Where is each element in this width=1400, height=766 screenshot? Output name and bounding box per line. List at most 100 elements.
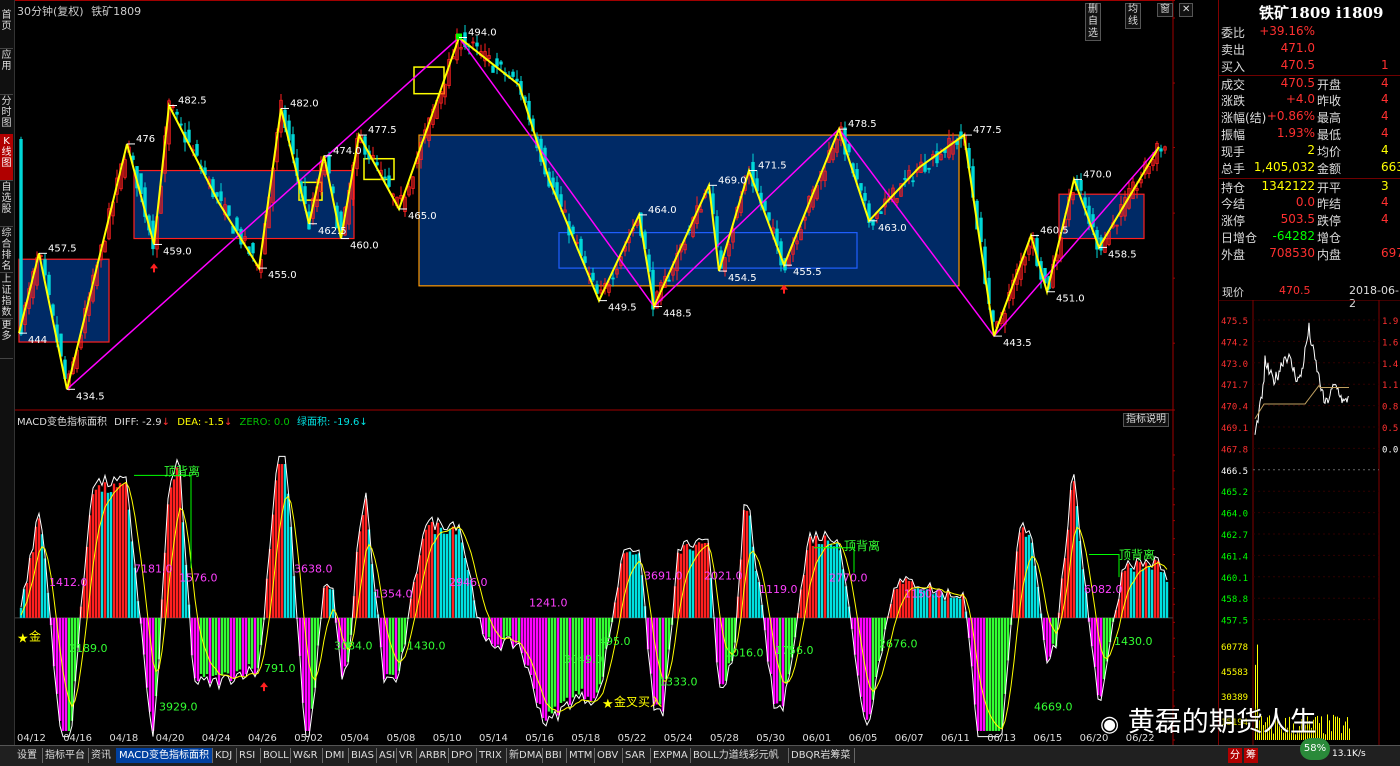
quote-value-2: 4 xyxy=(1381,109,1389,123)
mini-average-line xyxy=(1254,384,1349,420)
tab-8[interactable]: DMI xyxy=(322,748,349,763)
candle-body xyxy=(179,123,183,126)
macd-bar xyxy=(874,617,878,677)
nav-item-0[interactable]: 首页 xyxy=(0,8,13,49)
macd-bar xyxy=(244,617,248,675)
header-button-2[interactable]: 窗 xyxy=(1157,3,1173,17)
mini-axis-label: 460.1 xyxy=(1221,574,1248,584)
tab-20[interactable]: EXPMA xyxy=(650,748,691,763)
tab-18[interactable]: OBV xyxy=(594,748,623,763)
tab-3[interactable]: MACD变色指标面积 xyxy=(116,748,213,763)
mini-axis-label: 464.0 xyxy=(1221,510,1248,520)
macd-annotation: 金叉买入 xyxy=(614,694,662,709)
tab-15[interactable]: 新DMA xyxy=(506,748,543,763)
date-label: 04/24 xyxy=(202,733,231,744)
quote-value: 0.0 xyxy=(1295,195,1315,209)
tab-4[interactable]: KDJ xyxy=(212,748,237,763)
macd-bar xyxy=(433,534,437,618)
nav-item-3[interactable]: K线图 xyxy=(0,134,13,181)
nav-item-4[interactable]: 自选股 xyxy=(0,180,13,227)
mini-axis-right-label: 1.1 xyxy=(1382,381,1398,391)
macd-bar xyxy=(220,617,224,676)
tab-17[interactable]: MTM xyxy=(566,748,595,763)
tab-1[interactable]: 指标平台 xyxy=(42,748,89,763)
date-label: 05/30 xyxy=(756,733,785,744)
tab-7[interactable]: W&R xyxy=(290,748,323,763)
macd-bar xyxy=(985,617,989,731)
macd-bar xyxy=(457,529,461,618)
quote-value: 470.5 xyxy=(1280,58,1315,72)
quote-value-2: 3 xyxy=(1381,179,1389,193)
tab-21[interactable]: BOLL力道线彩元帆 xyxy=(690,748,789,763)
pivot-label: 449.5 xyxy=(608,303,637,314)
macd-bar xyxy=(178,474,182,618)
mini-volume-bar xyxy=(1329,720,1330,740)
tab-13[interactable]: DPO xyxy=(448,748,477,763)
nav-item-2[interactable]: 分时图 xyxy=(0,94,13,135)
tab-19[interactable]: SAR xyxy=(622,748,651,763)
pivot-label: 470.0 xyxy=(1083,169,1112,180)
macd-bar xyxy=(523,617,527,665)
tab-6[interactable]: BOLL xyxy=(260,748,291,763)
pivot-label: 478.5 xyxy=(848,119,877,130)
macd-bar xyxy=(448,528,452,618)
candle-body xyxy=(47,274,51,295)
macd-area: 绿面积: -19.6 xyxy=(296,417,360,428)
nav-item-5[interactable]: 综合排名 xyxy=(0,226,13,273)
tab-14[interactable]: TRIX xyxy=(476,748,507,763)
nav-item-1[interactable]: 应用 xyxy=(0,48,13,95)
date-label: 05/08 xyxy=(387,733,416,744)
tab-5[interactable]: RSI xyxy=(236,748,261,763)
macd-bar xyxy=(958,599,962,618)
weibo-icon: ◉ xyxy=(1100,712,1120,737)
macd-area-label: 7181.0 xyxy=(134,563,173,576)
quote-label-2: 昨结 xyxy=(1317,197,1342,211)
macd-bar xyxy=(1000,617,1004,728)
tab-22[interactable]: DBQR岩筹菜 xyxy=(788,748,855,763)
header-button-0[interactable]: 删自选 xyxy=(1085,3,1101,41)
tab-16[interactable]: BBI xyxy=(542,748,567,763)
quote-label: 委比 xyxy=(1221,26,1246,40)
mini-tab-chips[interactable]: 筹 xyxy=(1244,748,1258,763)
candle-body xyxy=(927,167,931,170)
macd-bar xyxy=(1075,506,1079,618)
quote-value: 2 xyxy=(1307,143,1315,157)
mini-intraday-chart[interactable]: 475.5 474.2 473.0 471.7 470.4 469.1 467.8 466.5… xyxy=(1219,300,1400,745)
tab-11[interactable]: VR xyxy=(396,748,417,763)
macd-bar xyxy=(109,492,113,618)
macd-bar xyxy=(1141,568,1145,618)
macd-bar xyxy=(325,585,329,618)
macd-bar xyxy=(1030,542,1034,618)
tab-9[interactable]: BIAS xyxy=(348,748,377,763)
macd-bar xyxy=(283,464,287,618)
date-label: 06/07 xyxy=(895,733,924,744)
star-icon: ★ xyxy=(602,697,614,712)
macd-area-label: 1241.0 xyxy=(529,597,568,610)
range-box-yellow xyxy=(413,66,445,95)
macd-area-label: 1333.0 xyxy=(659,676,698,689)
header-button-1[interactable]: 均线 xyxy=(1125,3,1141,29)
main-chart[interactable]: 497.3486.3475.4464.3453.3442.37.26.55.75… xyxy=(15,0,1175,745)
pivot-label: 455.0 xyxy=(268,270,297,281)
nav-item-7[interactable]: 更多 xyxy=(0,318,13,359)
macd-bar xyxy=(520,617,524,654)
date-label: 05/14 xyxy=(479,733,508,744)
indicator-help-button[interactable]: 指标说明 xyxy=(1123,413,1169,427)
macd-zero: ZERO: 0.0 xyxy=(239,417,290,428)
quote-label-2: 最低 xyxy=(1317,128,1342,142)
macd-bar xyxy=(1147,565,1151,618)
close-icon[interactable]: ✕ xyxy=(1179,3,1194,17)
pivot-label: 463.0 xyxy=(878,223,907,234)
macd-bar xyxy=(1021,527,1025,618)
tab-10[interactable]: ASI xyxy=(376,748,397,763)
candle-body xyxy=(611,277,615,280)
mini-tab-minute[interactable]: 分 xyxy=(1228,748,1242,763)
macd-area-label: 2946.0 xyxy=(449,576,488,589)
tab-0[interactable]: 设置 xyxy=(14,748,43,763)
tab-12[interactable]: ARBR xyxy=(416,748,449,763)
mini-volume-bar xyxy=(1337,716,1338,740)
date-label: 05/10 xyxy=(433,733,462,744)
tab-2[interactable]: 资讯 xyxy=(88,748,117,763)
macd-area-label: 1016.0 xyxy=(725,646,764,659)
nav-item-6[interactable]: 上证指数 xyxy=(0,272,13,319)
